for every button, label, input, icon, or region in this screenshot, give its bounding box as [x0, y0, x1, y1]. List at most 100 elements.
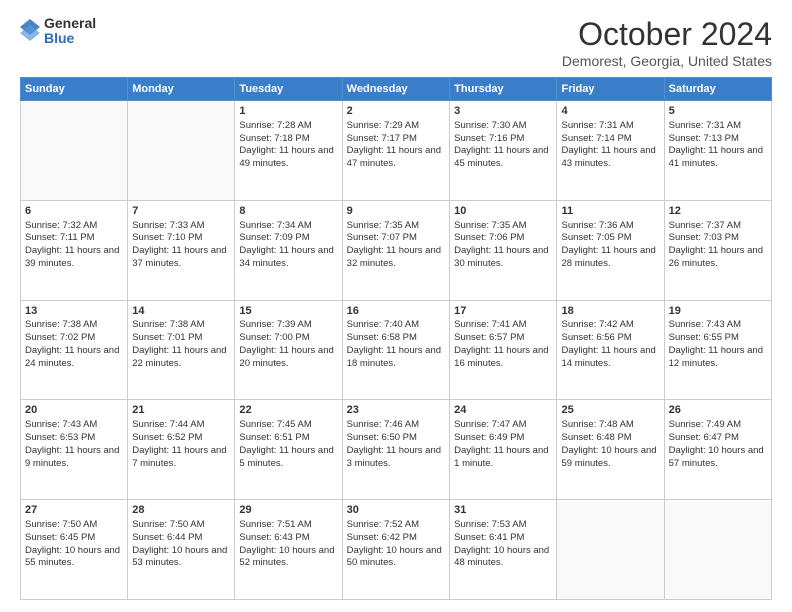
calendar-day-cell [557, 500, 664, 600]
weekday-header-saturday: Saturday [664, 78, 771, 101]
day-number: 8 [239, 204, 337, 219]
calendar-day-cell: 21Sunrise: 7:44 AM Sunset: 6:52 PM Dayli… [128, 400, 235, 500]
day-number: 14 [132, 304, 230, 319]
day-info: Sunrise: 7:37 AM Sunset: 7:03 PM Dayligh… [669, 220, 767, 271]
day-info: Sunrise: 7:43 AM Sunset: 6:55 PM Dayligh… [669, 319, 767, 370]
calendar-day-cell: 19Sunrise: 7:43 AM Sunset: 6:55 PM Dayli… [664, 300, 771, 400]
month-title: October 2024 [562, 16, 772, 53]
calendar-day-cell [128, 101, 235, 201]
day-number: 10 [454, 204, 552, 219]
day-info: Sunrise: 7:38 AM Sunset: 7:01 PM Dayligh… [132, 319, 230, 370]
calendar-day-cell: 4Sunrise: 7:31 AM Sunset: 7:14 PM Daylig… [557, 101, 664, 201]
day-info: Sunrise: 7:44 AM Sunset: 6:52 PM Dayligh… [132, 419, 230, 470]
weekday-header-monday: Monday [128, 78, 235, 101]
day-info: Sunrise: 7:30 AM Sunset: 7:16 PM Dayligh… [454, 120, 552, 171]
day-number: 23 [347, 403, 445, 418]
logo: General Blue [20, 16, 96, 47]
day-info: Sunrise: 7:50 AM Sunset: 6:44 PM Dayligh… [132, 519, 230, 570]
calendar-header: SundayMondayTuesdayWednesdayThursdayFrid… [21, 78, 772, 101]
calendar-day-cell: 12Sunrise: 7:37 AM Sunset: 7:03 PM Dayli… [664, 200, 771, 300]
calendar-day-cell: 18Sunrise: 7:42 AM Sunset: 6:56 PM Dayli… [557, 300, 664, 400]
calendar-day-cell: 11Sunrise: 7:36 AM Sunset: 7:05 PM Dayli… [557, 200, 664, 300]
day-number: 1 [239, 104, 337, 119]
calendar-day-cell: 23Sunrise: 7:46 AM Sunset: 6:50 PM Dayli… [342, 400, 449, 500]
day-number: 13 [25, 304, 123, 319]
calendar-day-cell: 10Sunrise: 7:35 AM Sunset: 7:06 PM Dayli… [450, 200, 557, 300]
day-number: 7 [132, 204, 230, 219]
calendar-day-cell: 24Sunrise: 7:47 AM Sunset: 6:49 PM Dayli… [450, 400, 557, 500]
day-number: 18 [561, 304, 659, 319]
day-info: Sunrise: 7:45 AM Sunset: 6:51 PM Dayligh… [239, 419, 337, 470]
calendar-day-cell: 26Sunrise: 7:49 AM Sunset: 6:47 PM Dayli… [664, 400, 771, 500]
calendar-day-cell: 29Sunrise: 7:51 AM Sunset: 6:43 PM Dayli… [235, 500, 342, 600]
day-info: Sunrise: 7:47 AM Sunset: 6:49 PM Dayligh… [454, 419, 552, 470]
day-info: Sunrise: 7:35 AM Sunset: 7:06 PM Dayligh… [454, 220, 552, 271]
day-info: Sunrise: 7:31 AM Sunset: 7:14 PM Dayligh… [561, 120, 659, 171]
day-number: 17 [454, 304, 552, 319]
day-info: Sunrise: 7:46 AM Sunset: 6:50 PM Dayligh… [347, 419, 445, 470]
calendar-day-cell: 2Sunrise: 7:29 AM Sunset: 7:17 PM Daylig… [342, 101, 449, 201]
day-number: 20 [25, 403, 123, 418]
day-number: 31 [454, 503, 552, 518]
calendar-day-cell: 16Sunrise: 7:40 AM Sunset: 6:58 PM Dayli… [342, 300, 449, 400]
calendar-day-cell: 17Sunrise: 7:41 AM Sunset: 6:57 PM Dayli… [450, 300, 557, 400]
calendar-body: 1Sunrise: 7:28 AM Sunset: 7:18 PM Daylig… [21, 101, 772, 600]
day-number: 11 [561, 204, 659, 219]
header: General Blue October 2024 Demorest, Geor… [20, 16, 772, 69]
calendar-day-cell [21, 101, 128, 201]
weekday-header-tuesday: Tuesday [235, 78, 342, 101]
logo-blue-text: Blue [44, 31, 96, 46]
logo-icon [20, 19, 40, 43]
weekday-header-wednesday: Wednesday [342, 78, 449, 101]
day-info: Sunrise: 7:52 AM Sunset: 6:42 PM Dayligh… [347, 519, 445, 570]
day-number: 9 [347, 204, 445, 219]
calendar-day-cell [664, 500, 771, 600]
day-info: Sunrise: 7:48 AM Sunset: 6:48 PM Dayligh… [561, 419, 659, 470]
day-number: 26 [669, 403, 767, 418]
day-number: 15 [239, 304, 337, 319]
day-info: Sunrise: 7:34 AM Sunset: 7:09 PM Dayligh… [239, 220, 337, 271]
day-number: 28 [132, 503, 230, 518]
day-info: Sunrise: 7:29 AM Sunset: 7:17 PM Dayligh… [347, 120, 445, 171]
day-number: 6 [25, 204, 123, 219]
day-number: 30 [347, 503, 445, 518]
calendar-day-cell: 27Sunrise: 7:50 AM Sunset: 6:45 PM Dayli… [21, 500, 128, 600]
day-number: 12 [669, 204, 767, 219]
day-info: Sunrise: 7:40 AM Sunset: 6:58 PM Dayligh… [347, 319, 445, 370]
calendar-day-cell: 31Sunrise: 7:53 AM Sunset: 6:41 PM Dayli… [450, 500, 557, 600]
day-number: 2 [347, 104, 445, 119]
calendar-day-cell: 20Sunrise: 7:43 AM Sunset: 6:53 PM Dayli… [21, 400, 128, 500]
day-info: Sunrise: 7:42 AM Sunset: 6:56 PM Dayligh… [561, 319, 659, 370]
calendar-week-row: 27Sunrise: 7:50 AM Sunset: 6:45 PM Dayli… [21, 500, 772, 600]
day-number: 27 [25, 503, 123, 518]
day-number: 5 [669, 104, 767, 119]
weekday-header-friday: Friday [557, 78, 664, 101]
calendar-week-row: 1Sunrise: 7:28 AM Sunset: 7:18 PM Daylig… [21, 101, 772, 201]
day-number: 19 [669, 304, 767, 319]
calendar-day-cell: 5Sunrise: 7:31 AM Sunset: 7:13 PM Daylig… [664, 101, 771, 201]
day-info: Sunrise: 7:38 AM Sunset: 7:02 PM Dayligh… [25, 319, 123, 370]
page: General Blue October 2024 Demorest, Geor… [0, 0, 792, 612]
day-number: 3 [454, 104, 552, 119]
location: Demorest, Georgia, United States [562, 53, 772, 69]
calendar-day-cell: 7Sunrise: 7:33 AM Sunset: 7:10 PM Daylig… [128, 200, 235, 300]
calendar-day-cell: 1Sunrise: 7:28 AM Sunset: 7:18 PM Daylig… [235, 101, 342, 201]
day-info: Sunrise: 7:36 AM Sunset: 7:05 PM Dayligh… [561, 220, 659, 271]
calendar-day-cell: 22Sunrise: 7:45 AM Sunset: 6:51 PM Dayli… [235, 400, 342, 500]
weekday-header-thursday: Thursday [450, 78, 557, 101]
calendar-week-row: 20Sunrise: 7:43 AM Sunset: 6:53 PM Dayli… [21, 400, 772, 500]
calendar-week-row: 6Sunrise: 7:32 AM Sunset: 7:11 PM Daylig… [21, 200, 772, 300]
day-info: Sunrise: 7:51 AM Sunset: 6:43 PM Dayligh… [239, 519, 337, 570]
day-info: Sunrise: 7:49 AM Sunset: 6:47 PM Dayligh… [669, 419, 767, 470]
day-number: 16 [347, 304, 445, 319]
logo-general-text: General [44, 16, 96, 31]
calendar-day-cell: 14Sunrise: 7:38 AM Sunset: 7:01 PM Dayli… [128, 300, 235, 400]
day-info: Sunrise: 7:33 AM Sunset: 7:10 PM Dayligh… [132, 220, 230, 271]
calendar-table: SundayMondayTuesdayWednesdayThursdayFrid… [20, 77, 772, 600]
day-info: Sunrise: 7:50 AM Sunset: 6:45 PM Dayligh… [25, 519, 123, 570]
calendar-day-cell: 9Sunrise: 7:35 AM Sunset: 7:07 PM Daylig… [342, 200, 449, 300]
day-info: Sunrise: 7:28 AM Sunset: 7:18 PM Dayligh… [239, 120, 337, 171]
day-number: 29 [239, 503, 337, 518]
day-info: Sunrise: 7:31 AM Sunset: 7:13 PM Dayligh… [669, 120, 767, 171]
calendar-day-cell: 6Sunrise: 7:32 AM Sunset: 7:11 PM Daylig… [21, 200, 128, 300]
